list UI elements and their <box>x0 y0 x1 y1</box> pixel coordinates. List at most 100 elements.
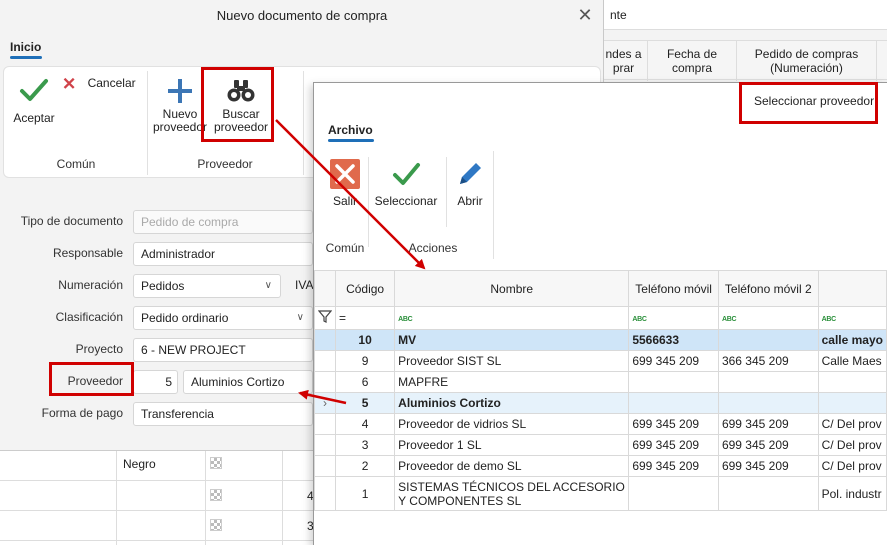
check-icon <box>20 79 48 101</box>
check-icon <box>393 163 420 185</box>
tab-inicio[interactable]: Inicio <box>10 40 41 54</box>
chevron-down-icon: ∨ <box>264 280 272 291</box>
table-row[interactable]: › 5 Aluminios Cortizo <box>314 392 887 414</box>
grid-corner <box>314 270 336 307</box>
project-field[interactable]: 6 - NEW PROJECT <box>133 338 313 362</box>
close-icon: ✕ <box>62 74 77 94</box>
payment-field[interactable]: Transferencia <box>133 402 313 426</box>
select-button[interactable]: Seleccionar <box>370 159 442 208</box>
background-top-bar: nte <box>600 0 887 30</box>
table-row[interactable]: 3 <box>0 511 314 541</box>
col-header-code[interactable]: Código <box>334 270 396 307</box>
open-label: Abrir <box>457 194 483 208</box>
cell-mobile <box>628 371 719 393</box>
close-icon[interactable]: ✕ <box>576 6 594 24</box>
group-label-actions: Acciones <box>408 241 458 255</box>
classification-value: Pedido ordinario <box>141 311 229 325</box>
cell-name: Proveedor SIST SL <box>394 350 630 372</box>
tab-archivo[interactable]: Archivo <box>328 123 373 137</box>
ribbon-separator <box>147 71 148 175</box>
cell-address <box>817 392 887 414</box>
cell-address: Pol. industr <box>817 476 887 511</box>
cell-mobile2 <box>717 329 819 351</box>
cell-mobile2: 366 345 209 <box>717 350 819 372</box>
cell-mobile2 <box>717 476 819 511</box>
table-row[interactable]: 1 SISTEMAS TÉCNICOS DEL ACCESORIO Y COMP… <box>314 476 887 511</box>
group-label-common: Común <box>56 157 96 171</box>
filter-code[interactable]: = <box>334 306 396 330</box>
cell-mobile: 5566633 <box>628 329 719 351</box>
row-indicator-chevron-icon: › <box>314 392 336 414</box>
accept-label: Aceptar <box>13 111 55 125</box>
chevron-down-icon: ∨ <box>296 312 304 323</box>
accept-button[interactable]: Aceptar <box>6 75 62 125</box>
filter-address[interactable]: ABC <box>817 306 887 330</box>
supplier-name-field[interactable]: Aluminios Cortizo <box>183 370 313 394</box>
responsible-field[interactable]: Administrador <box>133 242 313 266</box>
highlight-supplier-label <box>49 362 134 396</box>
highlight-selector-title <box>739 82 878 124</box>
table-row[interactable]: 4 Proveedor de vidrios SL 699 345 209 69… <box>314 413 887 435</box>
cell-mobile: 699 345 209 <box>628 434 719 456</box>
grid-divider <box>205 451 206 545</box>
doc-type-label: Tipo de documento <box>20 214 123 228</box>
supplier-code-field[interactable]: 5 <box>133 370 178 394</box>
col-header-name[interactable]: Nombre <box>394 270 630 307</box>
cancel-button[interactable]: ✕ Cancelar <box>62 74 142 94</box>
cell-mobile: 699 345 209 <box>628 413 719 435</box>
text-filter-icon: ABC <box>632 316 647 323</box>
open-button[interactable]: Abrir <box>448 159 492 208</box>
cell-code: 9 <box>334 350 396 372</box>
filter-operator: = <box>339 311 347 325</box>
select-supplier-window: Seleccionar proveedor Archivo Salir Sele… <box>313 82 887 545</box>
tab-active-indicator <box>328 139 374 142</box>
cell-code: 2 <box>334 455 396 477</box>
table-row[interactable]: 4 <box>0 481 314 511</box>
background-col-amount[interactable]: ndes a prar <box>600 41 648 81</box>
cell-mobile2 <box>717 392 819 414</box>
group-label-common: Común <box>325 241 365 255</box>
table-row[interactable]: 6 MAPFRE <box>314 371 887 393</box>
cell-mobile2: 699 345 209 <box>717 455 819 477</box>
tab-active-indicator <box>10 56 42 59</box>
col-header-address[interactable] <box>817 270 887 307</box>
cell-name: Proveedor de demo SL <box>394 455 630 477</box>
cell-name: MV <box>394 329 630 351</box>
cell-mobile: 699 345 209 <box>628 455 719 477</box>
payment-label: Forma de pago <box>41 406 123 420</box>
cell-code: 10 <box>334 329 396 351</box>
col-header-mobile[interactable]: Teléfono móvil <box>628 270 719 307</box>
cell-name: MAPFRE <box>394 371 630 393</box>
cell-address: C/ Del prov <box>817 434 887 456</box>
classification-select[interactable]: Pedido ordinario ∨ <box>133 306 313 330</box>
filter-mobile[interactable]: ABC <box>628 306 719 330</box>
doc-type-field[interactable]: Pedido de compra <box>133 210 313 234</box>
cell-mobile2: 699 345 209 <box>717 413 819 435</box>
cancel-label: Cancelar <box>87 76 136 91</box>
numbering-select[interactable]: Pedidos ∨ <box>133 274 281 298</box>
cell-mobile <box>628 392 719 414</box>
filter-row: = ABC ABC ABC ABC <box>314 306 887 330</box>
background-top-text: nte <box>610 8 627 22</box>
cell-address: Calle Maes <box>817 350 887 372</box>
table-row[interactable]: 2 Proveedor de demo SL 699 345 209 699 3… <box>314 455 887 477</box>
table-row[interactable]: 9 Proveedor SIST SL 699 345 209 366 345 … <box>314 350 887 372</box>
filter-name[interactable]: ABC <box>394 306 630 330</box>
table-row[interactable]: Negro <box>0 451 313 481</box>
numbering-label: Numeración <box>58 278 123 292</box>
table-row[interactable]: 3 Proveedor 1 SL 699 345 209 699 345 209… <box>314 434 887 456</box>
cell-address <box>817 371 887 393</box>
exit-button[interactable]: Salir <box>322 159 368 208</box>
col-header-mobile2[interactable]: Teléfono móvil 2 <box>717 270 819 307</box>
table-row[interactable]: 10 MV 5566633 calle mayo <box>314 329 887 351</box>
filter-mobile2[interactable]: ABC <box>717 306 819 330</box>
background-col-order[interactable]: Pedido de compras (Numeración) <box>737 41 877 81</box>
cell-name: Proveedor 1 SL <box>394 434 630 456</box>
filter-icon[interactable] <box>314 306 336 330</box>
background-col-date[interactable]: Fecha de compra <box>648 41 737 81</box>
exit-icon <box>330 159 360 189</box>
text-filter-icon: ABC <box>821 316 837 323</box>
cell-address: calle mayo <box>817 329 887 351</box>
supplier-grid: Código Nombre Teléfono móvil Teléfono mó… <box>314 270 887 511</box>
ribbon-separator <box>368 157 369 247</box>
